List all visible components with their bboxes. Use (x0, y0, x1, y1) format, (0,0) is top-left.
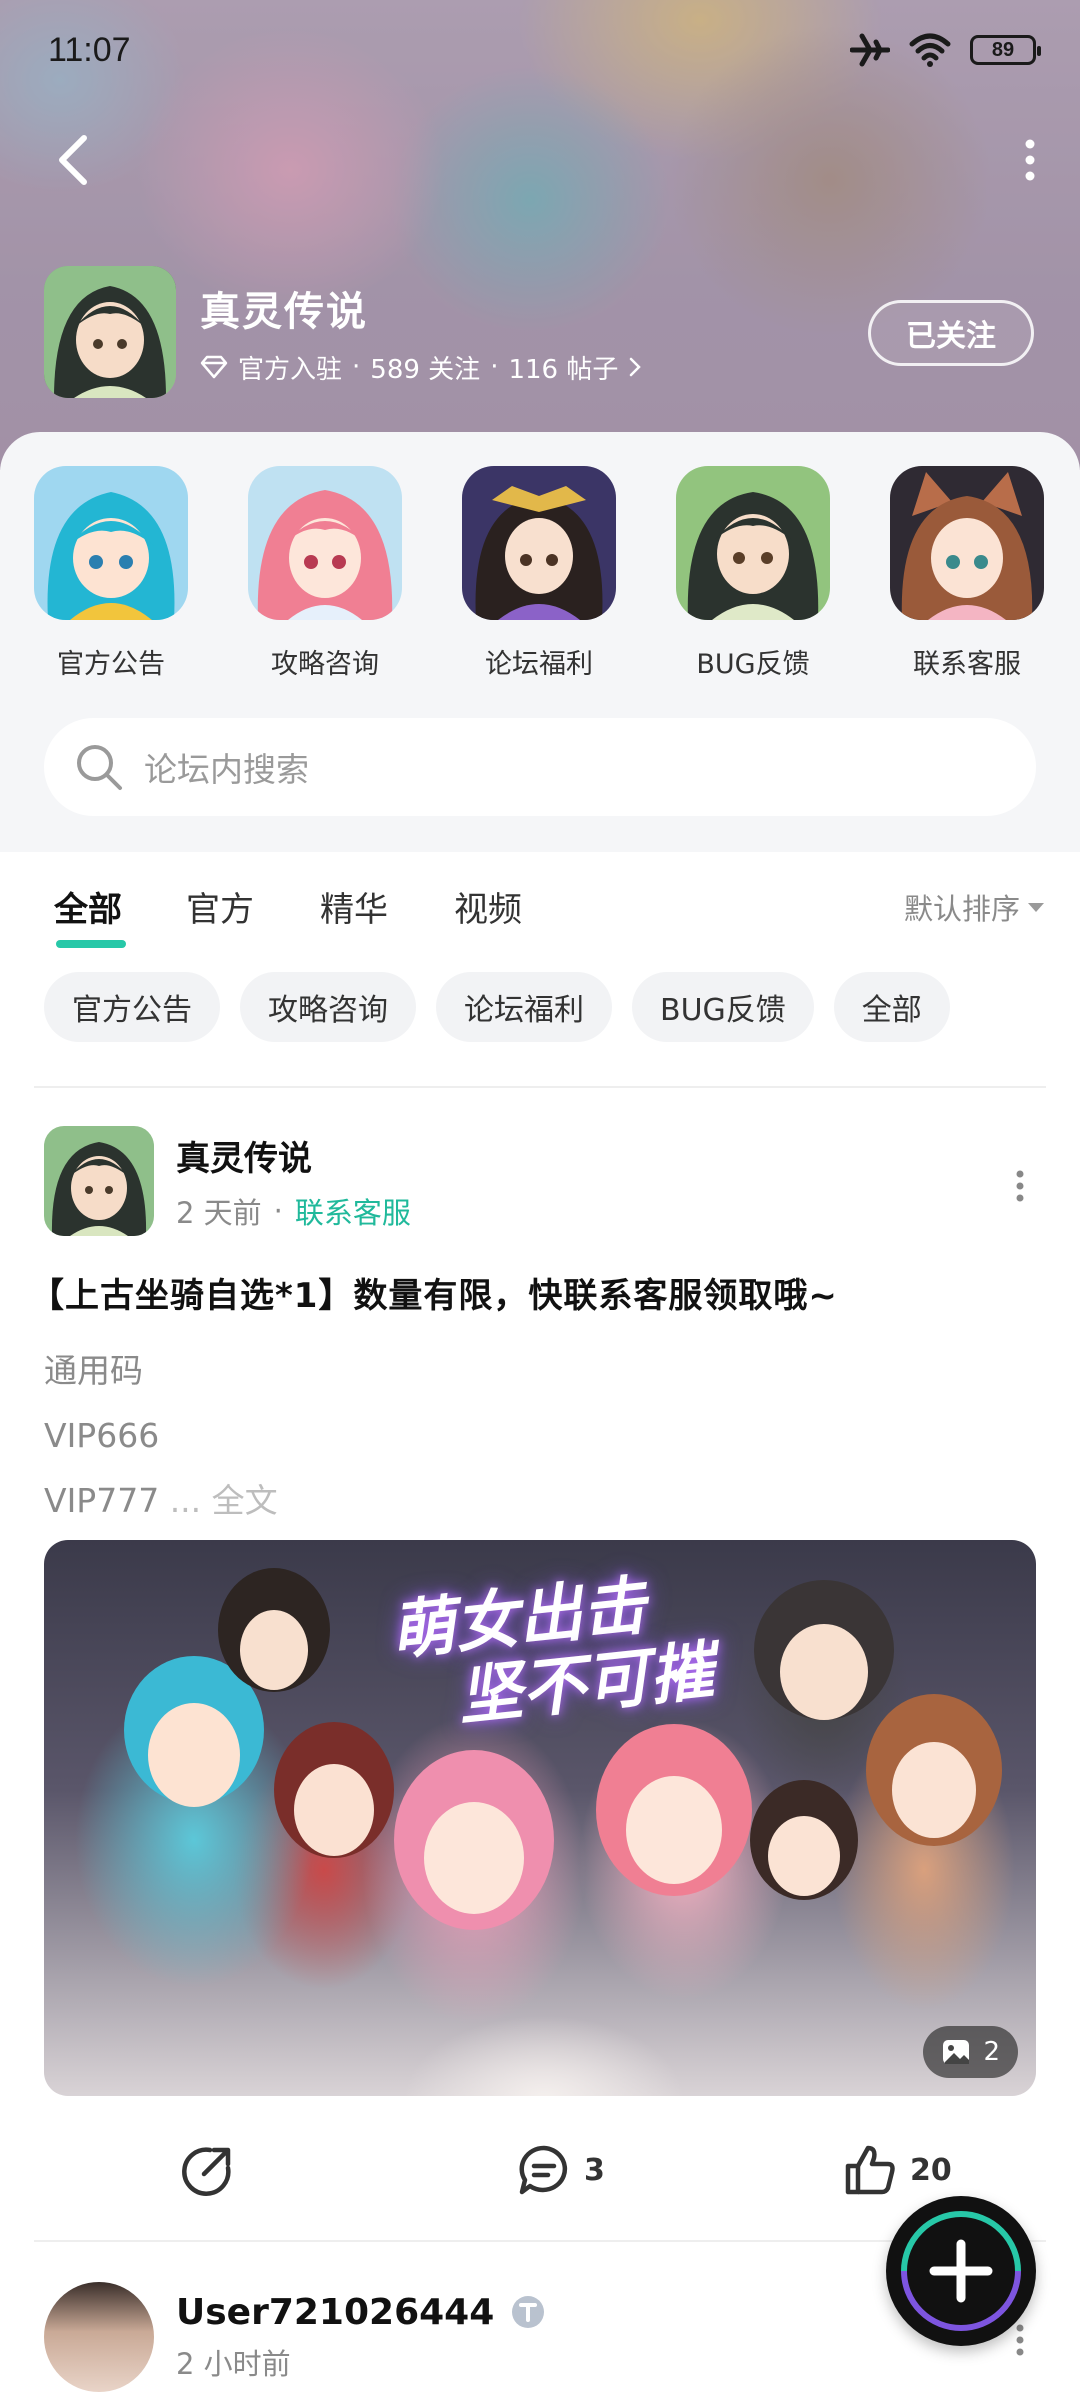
post-body[interactable]: 通用码 VIP666 VIP777 ... 全文 (44, 1338, 278, 1533)
create-post-button[interactable] (886, 2196, 1036, 2346)
feed-tabs: 全部 官方 精华 视频 默认排序 (0, 852, 1080, 962)
follow-button[interactable]: 已关注 (868, 300, 1034, 366)
tab-official[interactable]: 官方 (186, 882, 254, 931)
image-count-badge: 2 (923, 2026, 1018, 2078)
share-button[interactable] (180, 2142, 236, 2198)
thumbs-up-icon (845, 2145, 895, 2195)
category-label: BUG反馈 (696, 649, 810, 680)
avatar (44, 2282, 154, 2392)
category-panel: 官方公告 攻略咨询 论坛福利 BUG反馈 联系客服 论坛内搜索 (0, 432, 1080, 852)
category-label: 论坛福利 (485, 649, 593, 680)
more-vertical-icon[interactable] (1010, 1168, 1030, 1204)
status-icons: 89 (850, 32, 1041, 68)
post-body-line: VIP666 (44, 1416, 160, 1455)
post-image[interactable]: 萌女出击 坚不可摧 2 (44, 1540, 1036, 2096)
author-name: User721026444 (176, 2291, 495, 2333)
chip-welfare[interactable]: 论坛福利 (436, 972, 612, 1042)
post-time: 2 天前 (176, 1195, 262, 1230)
chip-all[interactable]: 全部 (833, 972, 950, 1042)
post-body-line: VIP777 ... 全文 (44, 1468, 278, 1533)
back-arrow-icon[interactable] (46, 130, 106, 190)
sort-dropdown[interactable]: 默认排序 (904, 886, 1044, 928)
author-name: 真灵传说 (176, 1138, 312, 1179)
battery-icon: 89 (970, 35, 1041, 65)
read-more-link[interactable]: 全文 (201, 1481, 278, 1520)
forum-meta[interactable]: 官方入驻 · 589 关注 · 116 帖子 (200, 349, 642, 386)
forum-avatar (44, 266, 176, 398)
post-author[interactable]: User721026444 2 小时前 (44, 2282, 548, 2392)
official-badge-label: 官方入驻 (238, 354, 343, 385)
image-icon (943, 2040, 970, 2064)
user-level-badge-icon (512, 2296, 545, 2328)
search-icon (77, 745, 122, 790)
chip-bug-report[interactable]: BUG反馈 (632, 972, 814, 1042)
search-placeholder: 论坛内搜索 (144, 750, 309, 789)
post-body-line: 通用码 (44, 1351, 143, 1390)
comment-button[interactable]: 3 (516, 2142, 605, 2198)
category-label: 攻略咨询 (271, 649, 379, 680)
divider (34, 1086, 1046, 1088)
active-tab-indicator (56, 940, 126, 948)
status-time: 11:07 (48, 30, 131, 69)
author-info: 真灵传说 2 天前 · 联系客服 (176, 1131, 411, 1232)
chip-announcements[interactable]: 官方公告 (44, 972, 220, 1042)
tab-featured[interactable]: 精华 (320, 882, 388, 931)
share-icon (182, 2147, 231, 2196)
category-customer-service[interactable]: 联系客服 (860, 466, 1074, 681)
wifi-icon (909, 33, 951, 67)
posts-count: 116 帖子 (508, 354, 619, 385)
meta-separator: · (490, 352, 499, 382)
followers-count: 589 关注 (370, 354, 481, 385)
caret-down-icon (1028, 902, 1044, 912)
author-name-row: User721026444 (176, 2292, 548, 2333)
category-announcements[interactable]: 官方公告 (4, 466, 218, 681)
status-bar: 11:07 89 (0, 0, 1080, 100)
comment-count: 3 (584, 2152, 605, 2188)
category-welfare[interactable]: 论坛福利 (432, 466, 646, 681)
forum-name: 真灵传说 (200, 288, 368, 335)
meta-separator: · (273, 1193, 283, 1228)
search-input[interactable]: 论坛内搜索 (44, 718, 1036, 816)
forum-header: 真灵传说 官方入驻 · 589 关注 · 116 帖子 (44, 266, 642, 398)
top-nav (0, 120, 1080, 200)
chip-guides[interactable]: 攻略咨询 (240, 972, 416, 1042)
diamond-icon (200, 355, 228, 379)
post-title[interactable]: 【上古坐骑自选*1】数量有限，快联系客服领取哦~ (30, 1268, 838, 1317)
meta-separator: · (352, 352, 361, 382)
comment-icon (519, 2145, 568, 2195)
category-label: 官方公告 (57, 649, 165, 680)
more-vertical-icon[interactable] (1010, 130, 1050, 190)
fox-ear-character-icon (890, 466, 1044, 620)
airplane-mode-icon (850, 33, 890, 67)
post-time: 2 小时前 (176, 2346, 291, 2381)
category-list: 官方公告 攻略咨询 论坛福利 BUG反馈 联系客服 (0, 466, 1080, 681)
post-author[interactable]: 真灵传说 2 天前 · 联系客服 (44, 1126, 411, 1236)
dark-hair-crowned-character-icon (462, 466, 616, 620)
teal-hair-character-icon (34, 466, 188, 620)
ellipsis: ... (159, 1481, 202, 1520)
forum-info: 真灵传说 官方入驻 · 589 关注 · 116 帖子 (200, 279, 642, 386)
post-body-text: VIP777 (44, 1481, 160, 1520)
sort-label: 默认排序 (903, 892, 1020, 926)
chevron-right-icon (630, 357, 642, 377)
green-robe-character-icon (676, 466, 830, 620)
pink-hair-character-icon (248, 466, 402, 620)
author-sub: 2 天前 · 联系客服 (176, 1190, 411, 1232)
like-button[interactable]: 20 (842, 2142, 952, 2198)
post-category-tag[interactable]: 联系客服 (295, 1190, 411, 1232)
tab-all[interactable]: 全部 (54, 882, 122, 931)
category-guides[interactable]: 攻略咨询 (218, 466, 432, 681)
plus-icon (901, 2211, 1021, 2331)
character-portrait-icon (44, 1126, 154, 1236)
author-info: User721026444 2 小时前 (176, 2292, 548, 2383)
tab-video[interactable]: 视频 (454, 882, 522, 931)
filter-chips: 官方公告 攻略咨询 论坛福利 BUG反馈 全部 (44, 972, 950, 1042)
image-count: 2 (983, 2037, 1000, 2067)
character-portrait-icon (44, 266, 176, 398)
avatar (44, 1126, 154, 1236)
like-count: 20 (910, 2152, 952, 2188)
category-label: 联系客服 (913, 649, 1021, 680)
category-bug-report[interactable]: BUG反馈 (646, 466, 860, 681)
